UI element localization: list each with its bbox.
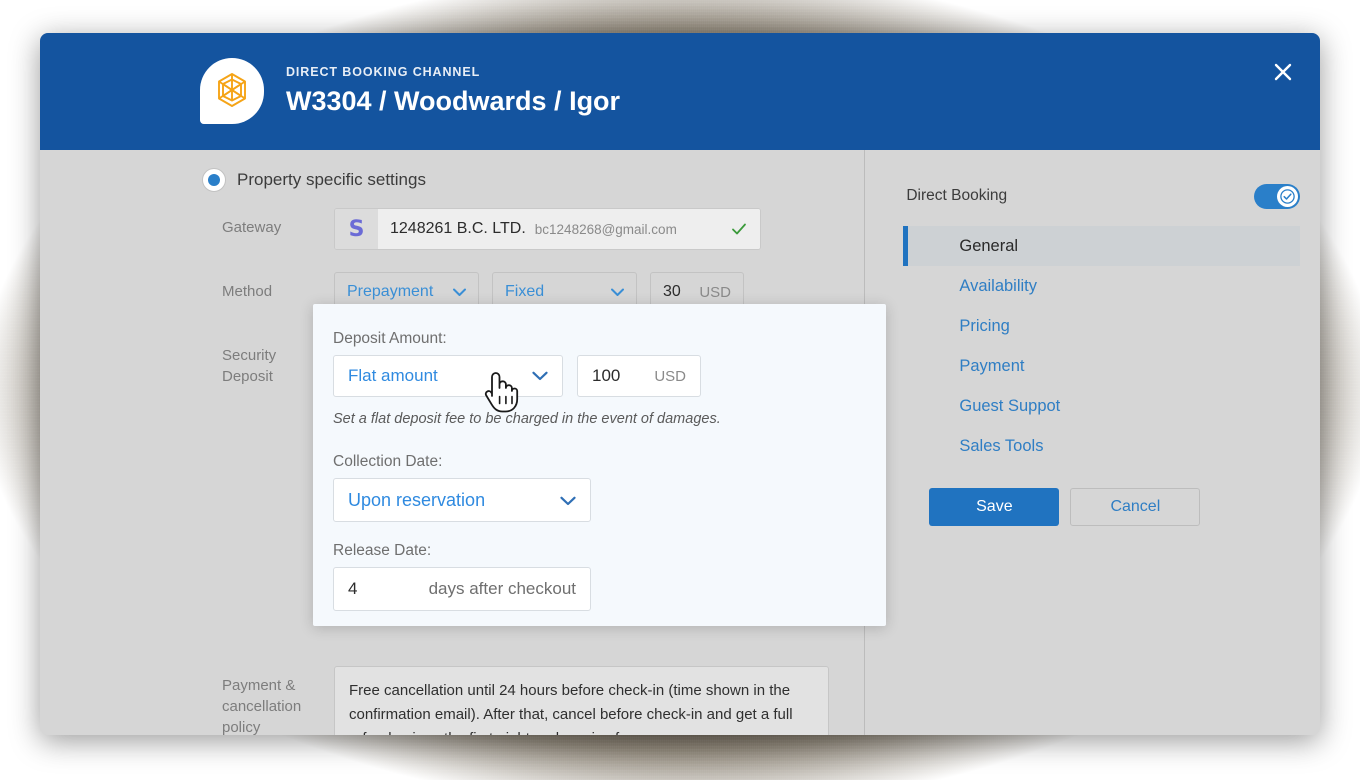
radio-inner-dot bbox=[208, 174, 220, 186]
property-specific-settings-radio[interactable]: Property specific settings bbox=[202, 168, 426, 192]
page-title: W3304 / Woodwards / Igor bbox=[286, 85, 621, 116]
chevron-down-icon bbox=[560, 490, 576, 511]
gateway-row: Gateway S 1248261 B.C. LTD. bc1248268@gm… bbox=[222, 208, 761, 250]
collection-date-select[interactable]: Upon reservation bbox=[333, 478, 591, 522]
toggle-knob bbox=[1277, 185, 1298, 207]
deposit-amount-currency: USD bbox=[654, 367, 686, 385]
deposit-amount-input[interactable]: 100 USD bbox=[577, 355, 701, 397]
method-label: Method bbox=[222, 283, 273, 300]
sidebar-item-sales-tools[interactable]: Sales Tools bbox=[903, 426, 1300, 466]
sidebar-item-label: Pricing bbox=[959, 316, 1010, 335]
security-deposit-panel: Deposit Amount: Flat amount 100 USD Set … bbox=[313, 304, 886, 626]
deposit-amount-hint: Set a flat deposit fee to be charged in … bbox=[333, 411, 721, 427]
hostaway-polygon-logo-icon bbox=[200, 58, 264, 124]
gateway-label: Gateway bbox=[222, 219, 282, 236]
sidebar-item-label: Sales Tools bbox=[959, 436, 1044, 455]
screen: DIRECT BOOKING CHANNEL W3304 / Woodwards… bbox=[0, 0, 1360, 780]
modal-body: Property specific settings Gateway S 124… bbox=[40, 150, 1320, 735]
method-amount-currency: USD bbox=[699, 283, 731, 301]
direct-booking-toggle-row: Direct Booking bbox=[865, 176, 1320, 216]
sidebar-item-label: Payment bbox=[959, 356, 1025, 375]
cancel-button[interactable]: Cancel bbox=[1070, 488, 1201, 526]
release-date-days: 4 bbox=[348, 579, 358, 598]
gateway-account-name: 1248261 B.C. LTD. bbox=[390, 220, 526, 237]
release-date-block: Release Date: 4 days after checkout bbox=[333, 542, 866, 611]
sidebar-item-label: General bbox=[959, 236, 1019, 255]
deposit-amount-type-select[interactable]: Flat amount bbox=[333, 355, 563, 397]
modal-header: DIRECT BOOKING CHANNEL W3304 / Woodwards… bbox=[40, 33, 1320, 150]
radio-outer bbox=[202, 168, 226, 192]
stripe-icon: S bbox=[335, 209, 378, 249]
sidebar-nav: General Availability Pricing Payment Gue… bbox=[865, 226, 1320, 466]
method-amount-value: 30 bbox=[663, 283, 681, 300]
deposit-amount-value: 100 bbox=[592, 366, 621, 385]
collection-date-value: Upon reservation bbox=[348, 489, 486, 510]
save-button[interactable]: Save bbox=[929, 488, 1060, 526]
direct-booking-label: Direct Booking bbox=[906, 187, 1008, 204]
deposit-amount-label: Deposit Amount: bbox=[333, 330, 447, 347]
policy-row: Payment & cancellation policy Free cance… bbox=[222, 666, 829, 735]
gateway-account-display: 1248261 B.C. LTD. bc1248268@gmail.com bbox=[378, 209, 760, 249]
method-type-value: Prepayment bbox=[347, 283, 434, 300]
brand-block: DIRECT BOOKING CHANNEL W3304 / Woodwards… bbox=[200, 58, 620, 124]
close-icon bbox=[1274, 63, 1292, 81]
settings-sidebar: Direct Booking General Availability Pric… bbox=[864, 150, 1320, 735]
policy-label-line1: Payment & bbox=[222, 677, 296, 694]
method-mode-value: Fixed bbox=[505, 283, 545, 300]
collection-date-label: Collection Date: bbox=[333, 453, 443, 470]
close-button[interactable] bbox=[1266, 55, 1300, 89]
policy-textarea[interactable]: Free cancellation until 24 hours before … bbox=[334, 666, 829, 735]
deposit-amount-row: Flat amount 100 USD bbox=[333, 355, 866, 397]
sidebar-item-guest-support[interactable]: Guest Suppot bbox=[903, 386, 1300, 426]
deposit-amount-type-value: Flat amount bbox=[348, 366, 438, 385]
release-date-unit: days after checkout bbox=[428, 579, 576, 598]
sidebar-item-availability[interactable]: Availability bbox=[903, 266, 1300, 306]
sidebar-item-pricing[interactable]: Pricing bbox=[903, 306, 1300, 346]
policy-label-line3: policy bbox=[222, 719, 261, 735]
settings-main-column: Property specific settings Gateway S 124… bbox=[40, 150, 886, 735]
sidebar-item-general[interactable]: General bbox=[903, 226, 1300, 266]
release-date-label: Release Date: bbox=[333, 542, 432, 559]
policy-label: Payment & cancellation policy bbox=[222, 666, 334, 735]
release-date-input[interactable]: 4 days after checkout bbox=[333, 567, 591, 611]
property-specific-settings-label: Property specific settings bbox=[237, 170, 426, 189]
direct-booking-settings-modal: DIRECT BOOKING CHANNEL W3304 / Woodwards… bbox=[40, 33, 1320, 735]
gateway-account-email: bc1248268@gmail.com bbox=[534, 221, 677, 237]
security-deposit-panel-inner: Deposit Amount: Flat amount 100 USD Set … bbox=[313, 304, 886, 611]
chevron-down-icon bbox=[532, 371, 548, 381]
collection-date-block: Collection Date: Upon reservation bbox=[333, 453, 866, 522]
direct-booking-toggle[interactable] bbox=[1254, 183, 1300, 209]
sidebar-item-label: Guest Suppot bbox=[959, 396, 1061, 415]
check-icon bbox=[730, 220, 748, 238]
sidebar-item-label: Availability bbox=[959, 276, 1038, 295]
brand-kicker: DIRECT BOOKING CHANNEL bbox=[286, 64, 481, 79]
sidebar-actions: Save Cancel bbox=[929, 488, 1300, 526]
brand-text: DIRECT BOOKING CHANNEL W3304 / Woodwards… bbox=[286, 64, 620, 119]
chevron-down-icon bbox=[611, 288, 624, 297]
chevron-down-icon bbox=[453, 288, 466, 297]
gateway-field[interactable]: S 1248261 B.C. LTD. bc1248268@gmail.com bbox=[334, 208, 761, 250]
sidebar-item-payment[interactable]: Payment bbox=[903, 346, 1300, 386]
check-circle-icon bbox=[1280, 188, 1295, 204]
policy-label-line2: cancellation bbox=[222, 698, 302, 715]
